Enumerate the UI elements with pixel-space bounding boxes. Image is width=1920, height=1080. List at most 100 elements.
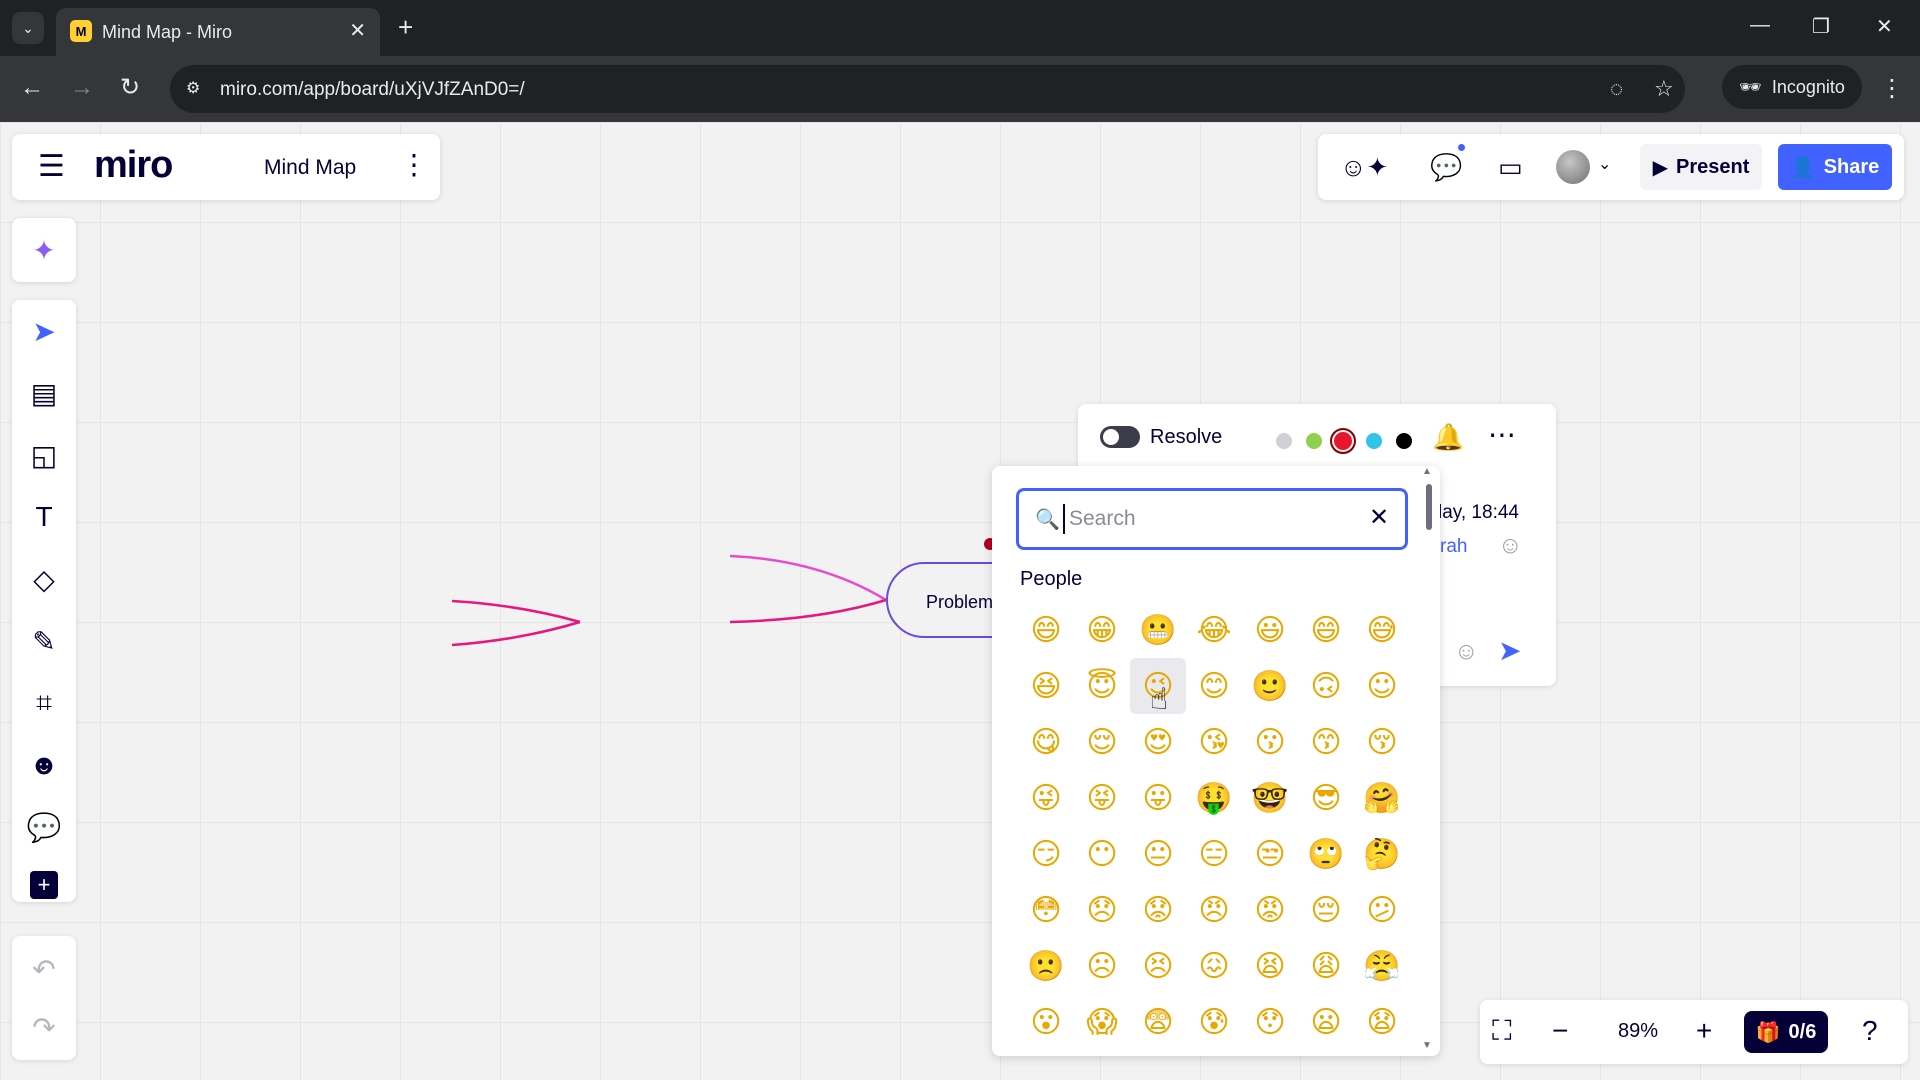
more-options-icon[interactable]: ⋯ [1488,418,1516,451]
redo-icon[interactable]: ↷ [12,1000,76,1054]
select-tool-icon[interactable]: ➤ [12,304,76,358]
emoji-item[interactable]: 😕 [1354,882,1410,938]
pen-icon[interactable]: ✎ [12,614,76,668]
emoji-item[interactable]: 😩 [1298,938,1354,994]
scroll-down-icon[interactable]: ▼ [1422,1040,1432,1051]
color-swatch-green[interactable] [1306,433,1322,449]
emoji-item[interactable]: 😂 [1186,602,1242,658]
miro-logo[interactable]: miro [94,144,173,187]
emoji-item[interactable]: 😄 [1018,602,1074,658]
activity-button[interactable]: 🎁 0/6 [1744,1011,1828,1053]
emoji-item[interactable]: 🙃 [1298,658,1354,714]
emoji-item[interactable]: 😌 [1074,714,1130,770]
share-button[interactable]: 👤 Share [1778,144,1892,190]
emoji-item[interactable]: 😒 [1242,826,1298,882]
emoji-item[interactable]: 😱 [1074,994,1130,1050]
resolve-toggle[interactable] [1100,426,1140,448]
emoji-item[interactable]: 😦 [1298,994,1354,1050]
emoji-item[interactable]: 😁 [1074,602,1130,658]
emoji-item[interactable]: 😞 [1074,882,1130,938]
emoji-search-box[interactable]: 🔍 ✕ [1016,488,1408,550]
emoji-item[interactable]: 😧 [1354,994,1410,1050]
emoji-item[interactable]: 😝 [1074,770,1130,826]
emoji-item[interactable]: 😶 [1074,826,1130,882]
emoji-item[interactable]: 😟 [1130,882,1186,938]
emoji-item[interactable]: 😗 [1242,714,1298,770]
emoji-item[interactable]: 😄 [1298,602,1354,658]
emoji-item[interactable]: 😍 [1130,714,1186,770]
emoji-item[interactable]: 😊 [1186,658,1242,714]
emoji-item[interactable]: 😡 [1242,882,1298,938]
emoji-scrollbar[interactable] [1426,484,1432,530]
undo-icon[interactable]: ↶ [12,942,76,996]
frame-icon[interactable]: ⌗ [12,676,76,730]
emoji-item[interactable]: 😎 [1298,770,1354,826]
fit-to-screen-icon[interactable]: ⛶ [1492,1016,1512,1046]
emoji-search-input[interactable] [1063,504,1353,534]
emoji-item[interactable]: 😜 [1018,770,1074,826]
emoji-item[interactable]: 🤓 [1242,770,1298,826]
ai-sparkle-icon[interactable]: ✦ [12,223,76,277]
add-apps-icon[interactable]: + [12,858,76,912]
add-reaction-icon[interactable]: ☺ [1498,532,1523,560]
emoji-item[interactable]: 🤗 [1354,770,1410,826]
comment-tool-icon[interactable]: 💬 [12,800,76,854]
color-swatch-gray[interactable] [1276,433,1292,449]
templates-icon[interactable]: ▤ [12,366,76,420]
stickers-icon[interactable]: ☻ [12,738,76,792]
emoji-item[interactable]: 😆 [1018,658,1074,714]
zoom-in-icon[interactable]: + [1696,1016,1712,1046]
emoji-item[interactable]: 😋 [1018,714,1074,770]
emoji-item[interactable]: ☹ [1074,938,1130,994]
shapes-icon[interactable]: ◇ [12,552,76,606]
clear-search-icon[interactable]: ✕ [1369,503,1389,532]
emoji-item[interactable]: 😯 [1242,994,1298,1050]
emoji-item[interactable]: 😖 [1186,938,1242,994]
emoji-item[interactable]: 😏 [1018,826,1074,882]
emoji-item[interactable]: 😅 [1354,602,1410,658]
emoji-item[interactable]: 😣 [1130,938,1186,994]
color-swatch-black[interactable] [1396,433,1412,449]
emoji-item[interactable]: 🙁 [1018,938,1074,994]
send-icon[interactable]: ➤ [1498,634,1521,667]
emoji-item[interactable]: 🙄 [1298,826,1354,882]
chat-icon[interactable]: 💬 [1430,152,1462,182]
text-tool-icon[interactable]: T [12,490,76,544]
emoji-button-icon[interactable]: ☺ [1454,638,1479,666]
board-title[interactable]: Mind Map [264,156,356,180]
emoji-item[interactable]: 😳 [1018,882,1074,938]
emoji-item[interactable]: 😰 [1186,994,1242,1050]
emoji-item[interactable]: 😫 [1242,938,1298,994]
emoji-item[interactable]: 😙 [1298,714,1354,770]
emoji-item[interactable]: ☺ [1354,658,1410,714]
help-icon[interactable]: ? [1862,1016,1878,1046]
emoji-item[interactable]: 😑 [1186,826,1242,882]
emoji-item[interactable]: 🤔 [1354,826,1410,882]
color-swatch-red[interactable] [1330,428,1356,454]
emoji-item[interactable]: 😐 [1130,826,1186,882]
bell-icon[interactable]: 🔔 [1432,422,1464,453]
present-button[interactable]: ▶ Present [1640,144,1762,190]
sticky-note-icon[interactable]: ◱ [12,428,76,482]
emoji-item[interactable]: 😃 [1242,602,1298,658]
emoji-item[interactable]: 😇 [1074,658,1130,714]
emoji-item[interactable]: 😮 [1018,994,1074,1050]
emoji-item[interactable]: 😘 [1186,714,1242,770]
emoji-item[interactable]: 😤 [1354,938,1410,994]
video-call-icon[interactable]: ▭ [1498,152,1523,182]
color-swatch-cyan[interactable] [1366,433,1382,449]
zoom-out-icon[interactable]: − [1552,1016,1568,1046]
emoji-item[interactable]: 😚 [1354,714,1410,770]
emoji-item[interactable]: 😬 [1130,602,1186,658]
emoji-item[interactable]: 🤑 [1186,770,1242,826]
emoji-item[interactable]: 😠 [1186,882,1242,938]
zoom-level[interactable]: 89% [1618,1020,1658,1043]
chevron-down-icon[interactable]: ⌄ [1598,154,1611,174]
board-options-icon[interactable]: ⋮ [400,150,428,180]
emoji-item[interactable]: 🙂 [1242,658,1298,714]
main-menu-icon[interactable]: ☰ [38,152,65,182]
emoji-item[interactable]: 😔 [1298,882,1354,938]
emoji-item[interactable]: 😛 [1130,770,1186,826]
comment-author[interactable]: rah [1440,536,1467,558]
reactions-icon[interactable]: ☺✦ [1340,152,1388,182]
